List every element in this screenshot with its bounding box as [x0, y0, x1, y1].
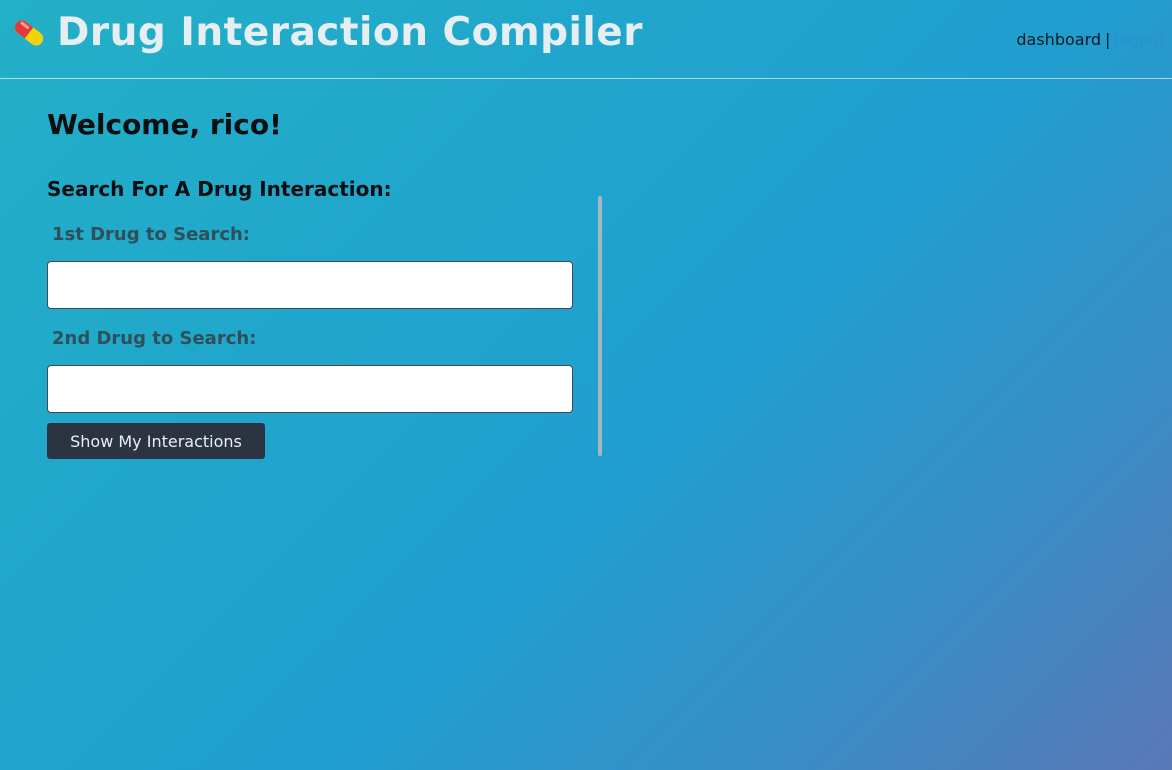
nav-dashboard-link[interactable]: dashboard	[1016, 30, 1101, 49]
search-form-title: Search For A Drug Interaction:	[47, 177, 392, 201]
drug2-input[interactable]	[47, 365, 573, 413]
top-nav: dashboard | logout	[1016, 30, 1165, 49]
pill-capsule-icon	[14, 20, 44, 46]
app-header: Drug Interaction Compiler dashboard | logo…	[0, 0, 1172, 79]
show-interactions-button[interactable]: Show My Interactions	[47, 423, 265, 459]
welcome-heading: Welcome, rico!	[47, 108, 282, 141]
app-title: Drug Interaction Compiler	[57, 10, 643, 55]
nav-separator: |	[1105, 30, 1111, 49]
drug1-input[interactable]	[47, 261, 573, 309]
nav-logout-link[interactable]: logout	[1114, 30, 1165, 49]
drug2-label: 2nd Drug to Search:	[52, 328, 257, 349]
vertical-divider	[598, 196, 602, 456]
drug1-label: 1st Drug to Search:	[52, 224, 251, 245]
